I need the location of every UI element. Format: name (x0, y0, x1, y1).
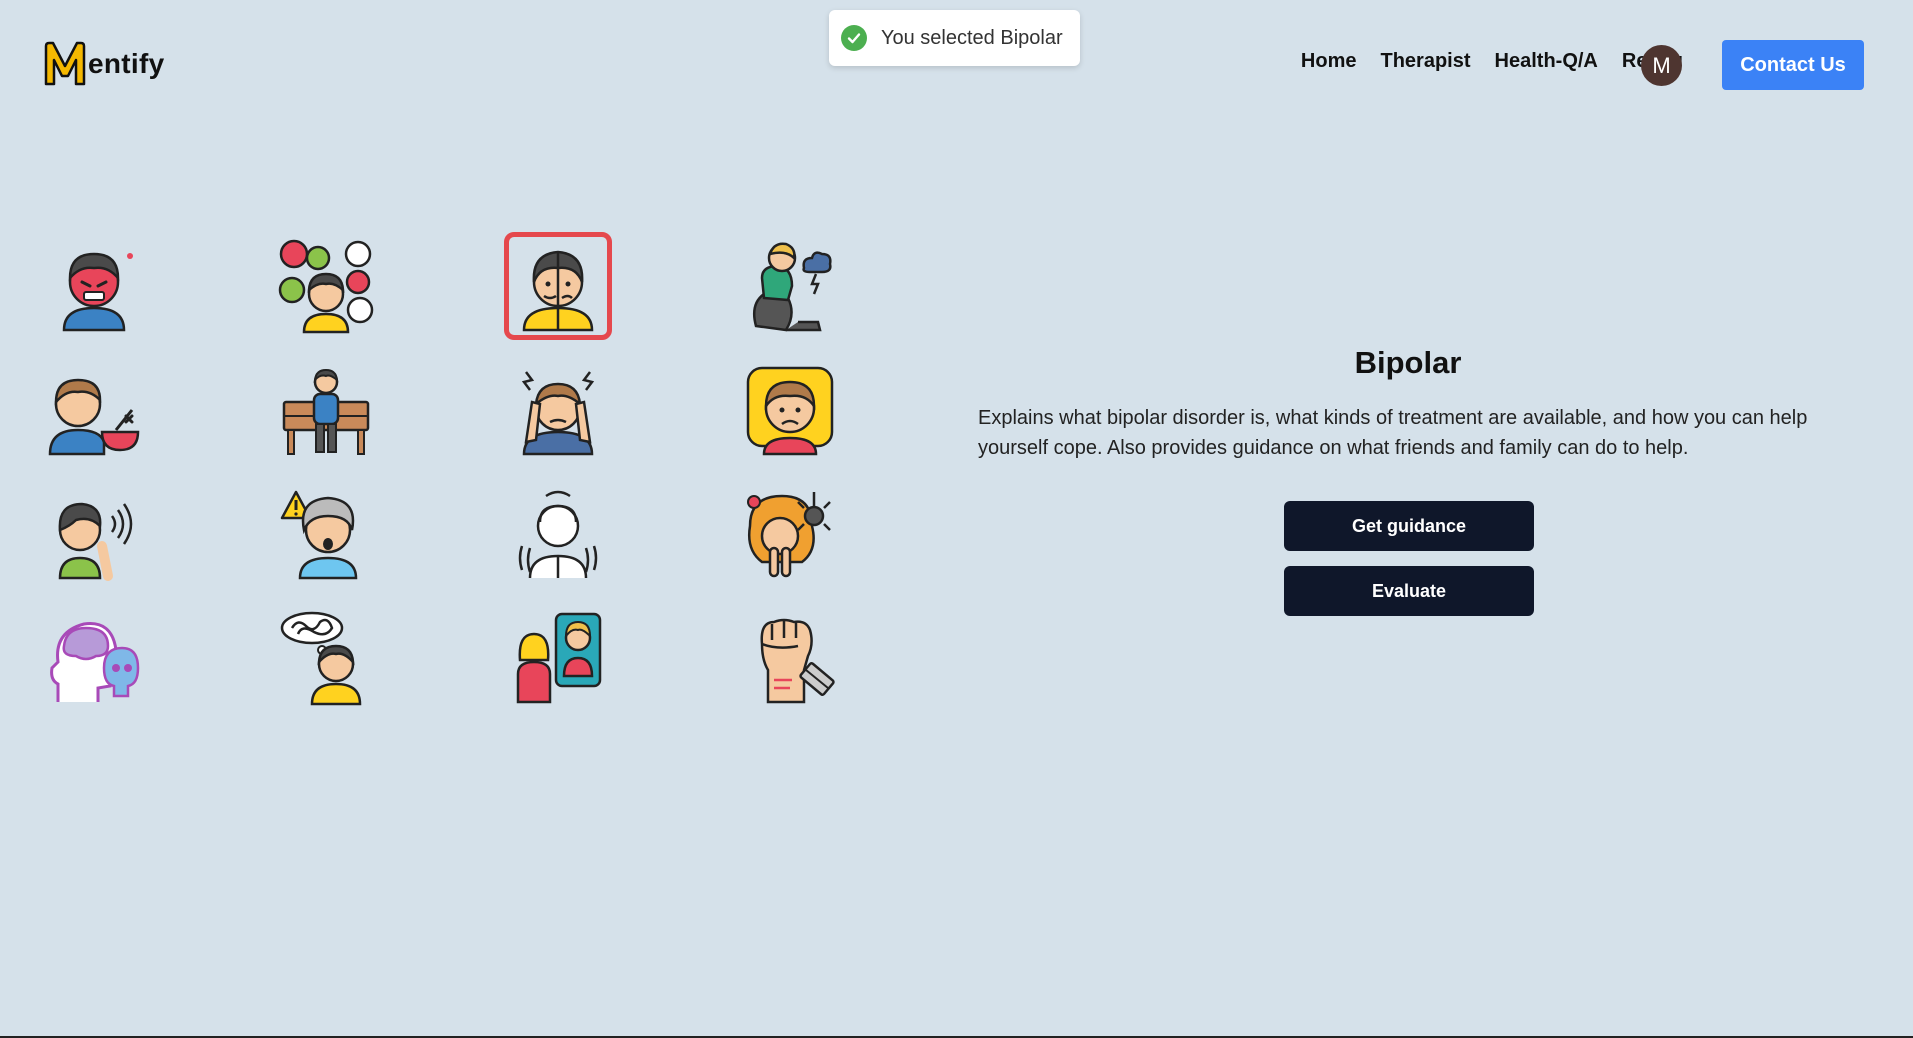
person-in-pillow-icon (746, 366, 834, 456)
tile-eating-disorder[interactable] (40, 356, 148, 464)
angry-person-icon (62, 252, 133, 332)
tile-hearing-voices[interactable] (40, 480, 148, 588)
fist-razor-icon (760, 618, 835, 704)
brain-skull-icon (50, 622, 140, 702)
brand-logo[interactable]: entify (42, 40, 164, 88)
nav-health-qa[interactable]: Health-Q/A (1495, 50, 1598, 73)
user-avatar[interactable]: M (1641, 45, 1682, 86)
toast-notification: You selected Bipolar (829, 10, 1080, 66)
confused-person-icon (278, 239, 374, 334)
tile-phobia[interactable] (736, 480, 844, 588)
condition-title: Bipolar (1354, 345, 1462, 380)
evaluate-button[interactable]: Evaluate (1284, 566, 1534, 616)
check-circle-icon (841, 25, 867, 51)
eating-disorder-icon (48, 378, 140, 456)
tile-trembling[interactable] (504, 480, 612, 588)
trembling-person-icon (518, 490, 598, 579)
tile-overthinking[interactable] (272, 604, 380, 712)
get-guidance-button[interactable]: Get guidance (1284, 501, 1534, 551)
condition-detail: Bipolar Explains what bipolar disorder i… (978, 345, 1838, 616)
nav-home[interactable]: Home (1301, 50, 1357, 73)
tile-angry[interactable] (40, 232, 148, 340)
mirror-reflection-icon (516, 612, 602, 704)
tile-pillow[interactable] (736, 356, 844, 464)
tile-anxious[interactable] (272, 480, 380, 588)
tile-confused[interactable] (272, 232, 380, 340)
condition-description: Explains what bipolar disorder is, what … (978, 407, 1808, 459)
nav-therapist[interactable]: Therapist (1381, 50, 1471, 73)
tile-bench[interactable] (272, 356, 380, 464)
sad-sitting-person-icon (753, 242, 832, 332)
brand-name: entify (88, 48, 165, 79)
overthinking-person-icon (280, 611, 362, 706)
phobia-person-icon (747, 492, 831, 578)
person-on-bench-icon (282, 368, 370, 455)
toast-message: You selected Bipolar (881, 26, 1063, 49)
tile-bipolar[interactable] (504, 232, 612, 340)
tile-self-harm[interactable] (736, 604, 844, 712)
hearing-voices-icon (58, 502, 133, 581)
stressed-person-icon (521, 371, 595, 456)
bipolar-person-icon (522, 250, 594, 332)
anxious-person-icon (280, 490, 358, 580)
tile-sad[interactable] (736, 232, 844, 340)
logo-m-icon (44, 41, 86, 86)
condition-grid (40, 232, 880, 728)
tile-stressed[interactable] (504, 356, 612, 464)
main-nav: Home Therapist Health-Q/A Rekog (1301, 50, 1683, 73)
tile-brain-skull[interactable] (40, 604, 148, 712)
tile-mirror[interactable] (504, 604, 612, 712)
contact-us-button[interactable]: Contact Us (1722, 40, 1864, 90)
